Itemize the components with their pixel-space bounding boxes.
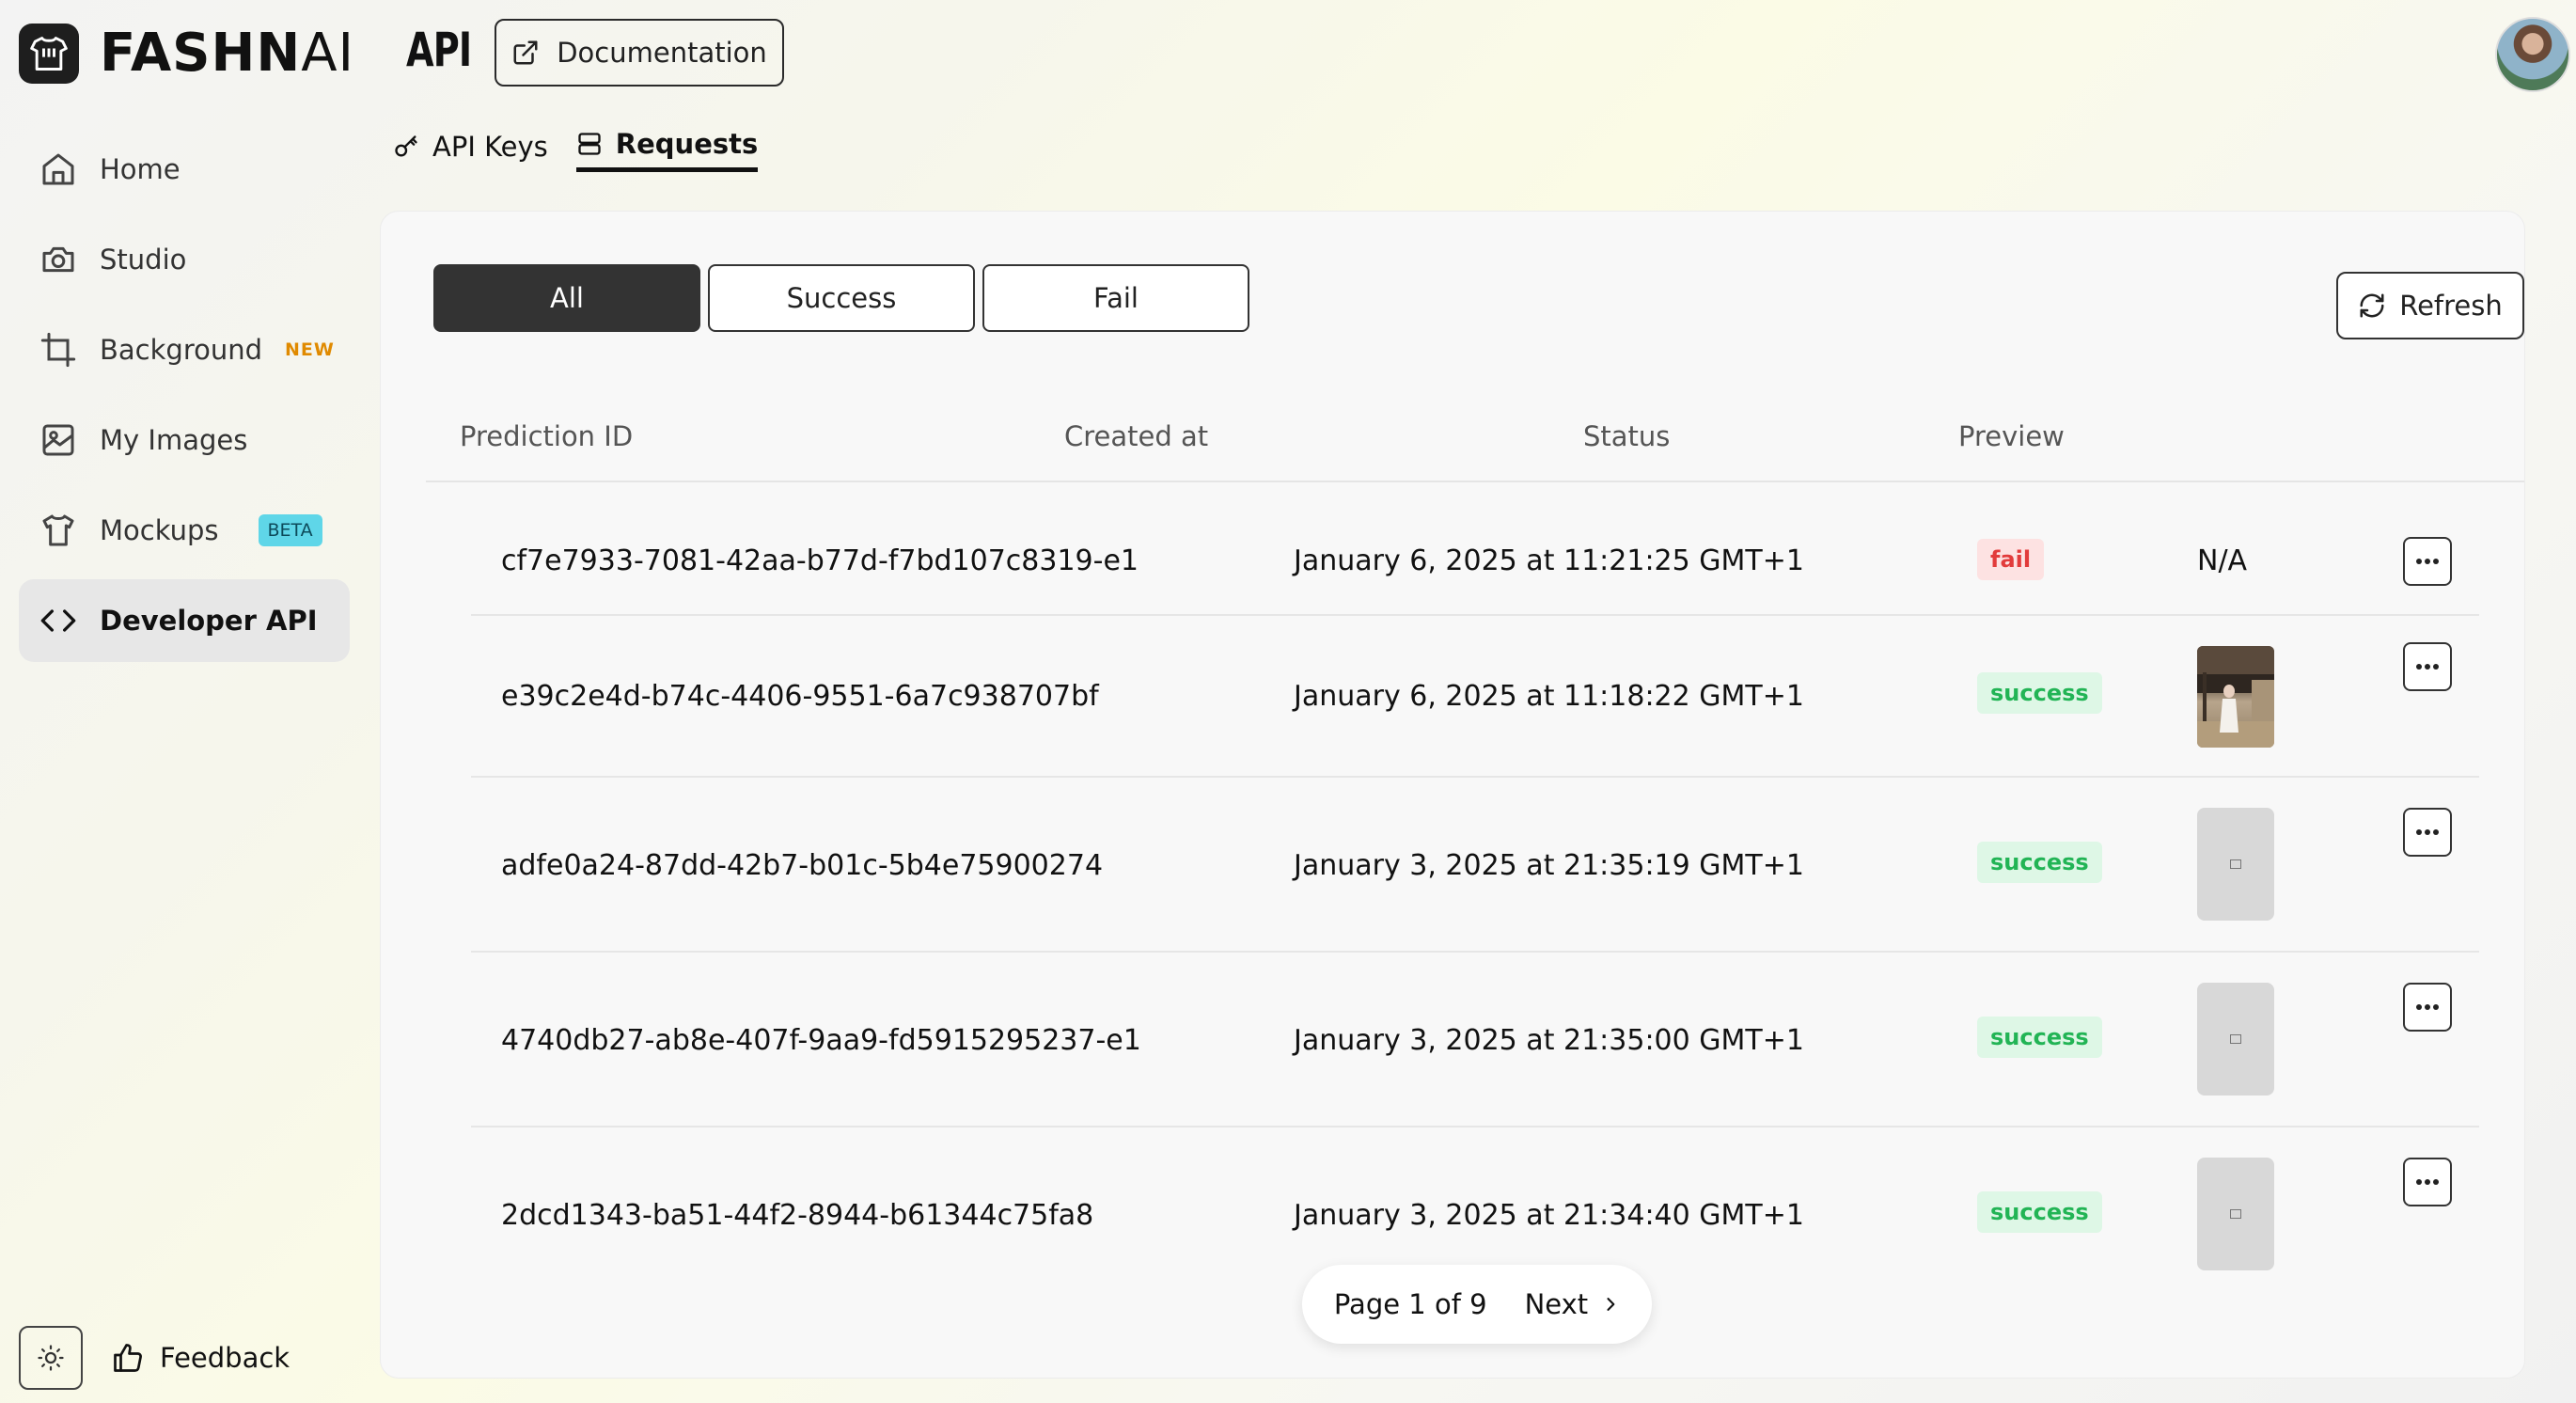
chevron-right-icon [1607, 1298, 1615, 1311]
sidebar-item-mockups[interactable]: Mockups BETA [19, 489, 350, 572]
preview-placeholder[interactable] [2197, 808, 2274, 921]
table-row[interactable]: 4740db27-ab8e-407f-9aa9-fd5915295237-e1 … [471, 953, 2479, 1127]
broken-image-icon [2230, 859, 2241, 869]
tab-api-keys-label: API Keys [432, 130, 548, 163]
prediction-id: adfe0a24-87dd-42b7-b01c-5b4e75900274 [501, 849, 1104, 882]
preview-placeholder[interactable] [2197, 1158, 2274, 1270]
documentation-button[interactable]: Documentation [495, 19, 784, 87]
home-icon [42, 153, 74, 185]
prediction-id: 4740db27-ab8e-407f-9aa9-fd5915295237-e1 [501, 1024, 1141, 1057]
table-header: Prediction ID Created at Status Preview [426, 390, 2524, 482]
thumbs-up-icon [114, 1344, 142, 1372]
more-horizontal-icon [2416, 664, 2439, 670]
filter-all-button[interactable]: All [433, 264, 700, 332]
sidebar-item-studio[interactable]: Studio [19, 218, 350, 301]
sidebar-item-label: Background [100, 334, 263, 366]
preview-image[interactable] [2197, 646, 2274, 748]
user-avatar[interactable] [2495, 17, 2570, 92]
sidebar-item-label: Mockups [100, 514, 219, 546]
page-indicator: Page 1 of 9 [1333, 1288, 1487, 1320]
more-horizontal-icon [2416, 559, 2439, 564]
status-badge: success [1977, 842, 2102, 883]
column-header-prediction-id: Prediction ID [460, 420, 634, 452]
documentation-label: Documentation [557, 37, 767, 69]
status-filter-group: All Success Fail [433, 264, 1249, 332]
row-actions-button[interactable] [2403, 983, 2452, 1032]
crop-icon [40, 332, 76, 368]
created-at: January 3, 2025 at 21:34:40 GMT+1 [1294, 1199, 1804, 1232]
refresh-label: Refresh [2399, 290, 2503, 322]
sidebar-item-label: My Images [100, 424, 248, 456]
database-icon [578, 133, 601, 155]
more-horizontal-icon [2416, 1179, 2439, 1185]
next-label: Next [1524, 1288, 1589, 1320]
api-subtabs: API Keys Requests [393, 128, 759, 172]
sidebar-item-home[interactable]: Home [19, 128, 350, 211]
code-icon [40, 609, 76, 632]
theme-toggle-button[interactable] [19, 1326, 83, 1390]
sidebar-item-developer-api[interactable]: Developer API [19, 579, 350, 662]
more-horizontal-icon [2416, 1004, 2439, 1010]
sidebar-footer: Feedback [19, 1326, 290, 1390]
prediction-id: e39c2e4d-b74c-4406-9551-6a7c938707bf [501, 680, 1099, 713]
status-badge: success [1977, 672, 2102, 714]
broken-image-icon [2230, 1209, 2241, 1219]
created-at: January 3, 2025 at 21:35:19 GMT+1 [1294, 849, 1804, 882]
feedback-button[interactable]: Feedback [111, 1341, 290, 1375]
logo-text: FASHNAI [100, 23, 355, 84]
row-actions-button[interactable] [2403, 537, 2452, 586]
app-logo[interactable]: FASHNAI [19, 23, 354, 84]
more-horizontal-icon [2416, 829, 2439, 835]
table-row[interactable]: cf7e7933-7081-42aa-b77d-f7bd107c8319-e1 … [471, 505, 2479, 616]
broken-image-icon [2230, 1034, 2241, 1044]
page-title: API [406, 23, 472, 77]
pagination: Page 1 of 9 Next [1302, 1265, 1652, 1344]
table-row[interactable]: adfe0a24-87dd-42b7-b01c-5b4e75900274 Jan… [471, 778, 2479, 953]
image-icon [42, 424, 74, 456]
prediction-id: cf7e7933-7081-42aa-b77d-f7bd107c8319-e1 [501, 544, 1139, 577]
preview-na: N/A [2197, 544, 2248, 577]
feedback-label: Feedback [160, 1342, 291, 1374]
sidebar: Home Studio Background NEW My Images Moc… [19, 128, 350, 670]
sun-icon [38, 1345, 64, 1371]
status-badge: success [1977, 1017, 2102, 1058]
sidebar-item-my-images[interactable]: My Images [19, 399, 350, 481]
fashn-logo-icon [19, 23, 79, 84]
camera-icon [42, 246, 74, 273]
tab-requests-label: Requests [615, 128, 759, 160]
column-header-status: Status [1583, 420, 1671, 452]
sidebar-item-label: Home [100, 153, 181, 185]
table-row[interactable]: e39c2e4d-b74c-4406-9551-6a7c938707bf Jan… [471, 616, 2479, 778]
requests-panel: All Success Fail Refresh Prediction ID C… [380, 211, 2525, 1379]
refresh-icon [2360, 293, 2384, 318]
row-actions-button[interactable] [2403, 808, 2452, 857]
created-at: January 6, 2025 at 11:18:22 GMT+1 [1294, 680, 1804, 713]
filter-fail-button[interactable]: Fail [982, 264, 1249, 332]
row-actions-button[interactable] [2403, 1158, 2452, 1206]
refresh-button[interactable]: Refresh [2336, 272, 2524, 339]
shirt-icon [42, 514, 74, 546]
prediction-id: 2dcd1343-ba51-44f2-8944-b61344c75fa8 [501, 1199, 1094, 1232]
key-icon [395, 134, 417, 156]
sidebar-item-background[interactable]: Background NEW [19, 308, 350, 391]
next-page-button[interactable]: Next [1525, 1288, 1621, 1320]
column-header-created-at: Created at [1064, 420, 1209, 452]
external-link-icon [513, 40, 538, 65]
created-at: January 6, 2025 at 11:21:25 GMT+1 [1294, 544, 1804, 577]
filter-success-button[interactable]: Success [708, 264, 975, 332]
sidebar-item-label: Developer API [100, 605, 318, 637]
column-header-preview: Preview [1958, 420, 2065, 452]
sidebar-item-label: Studio [100, 244, 187, 276]
tab-api-keys[interactable]: API Keys [393, 131, 548, 170]
preview-placeholder[interactable] [2197, 983, 2274, 1096]
status-badge: success [1977, 1191, 2102, 1233]
tab-requests[interactable]: Requests [575, 128, 759, 172]
row-actions-button[interactable] [2403, 642, 2452, 691]
new-badge: NEW [285, 339, 335, 360]
beta-badge: BETA [258, 514, 322, 546]
created-at: January 3, 2025 at 21:35:00 GMT+1 [1294, 1024, 1804, 1057]
status-badge: fail [1977, 539, 2045, 580]
